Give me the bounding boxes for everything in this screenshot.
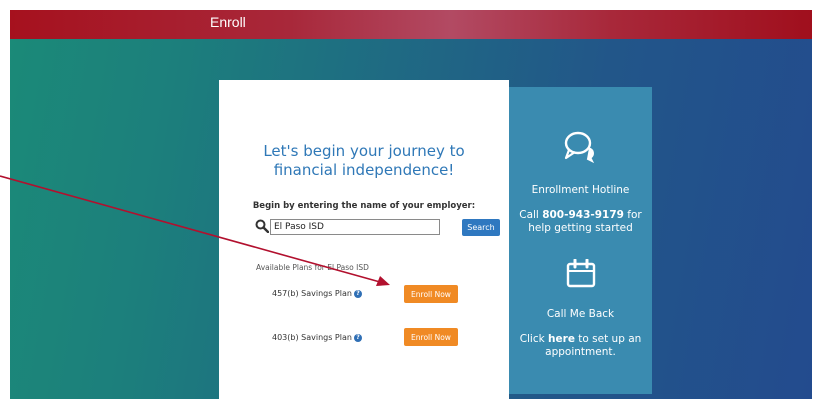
annotation-arrow	[0, 175, 390, 286]
